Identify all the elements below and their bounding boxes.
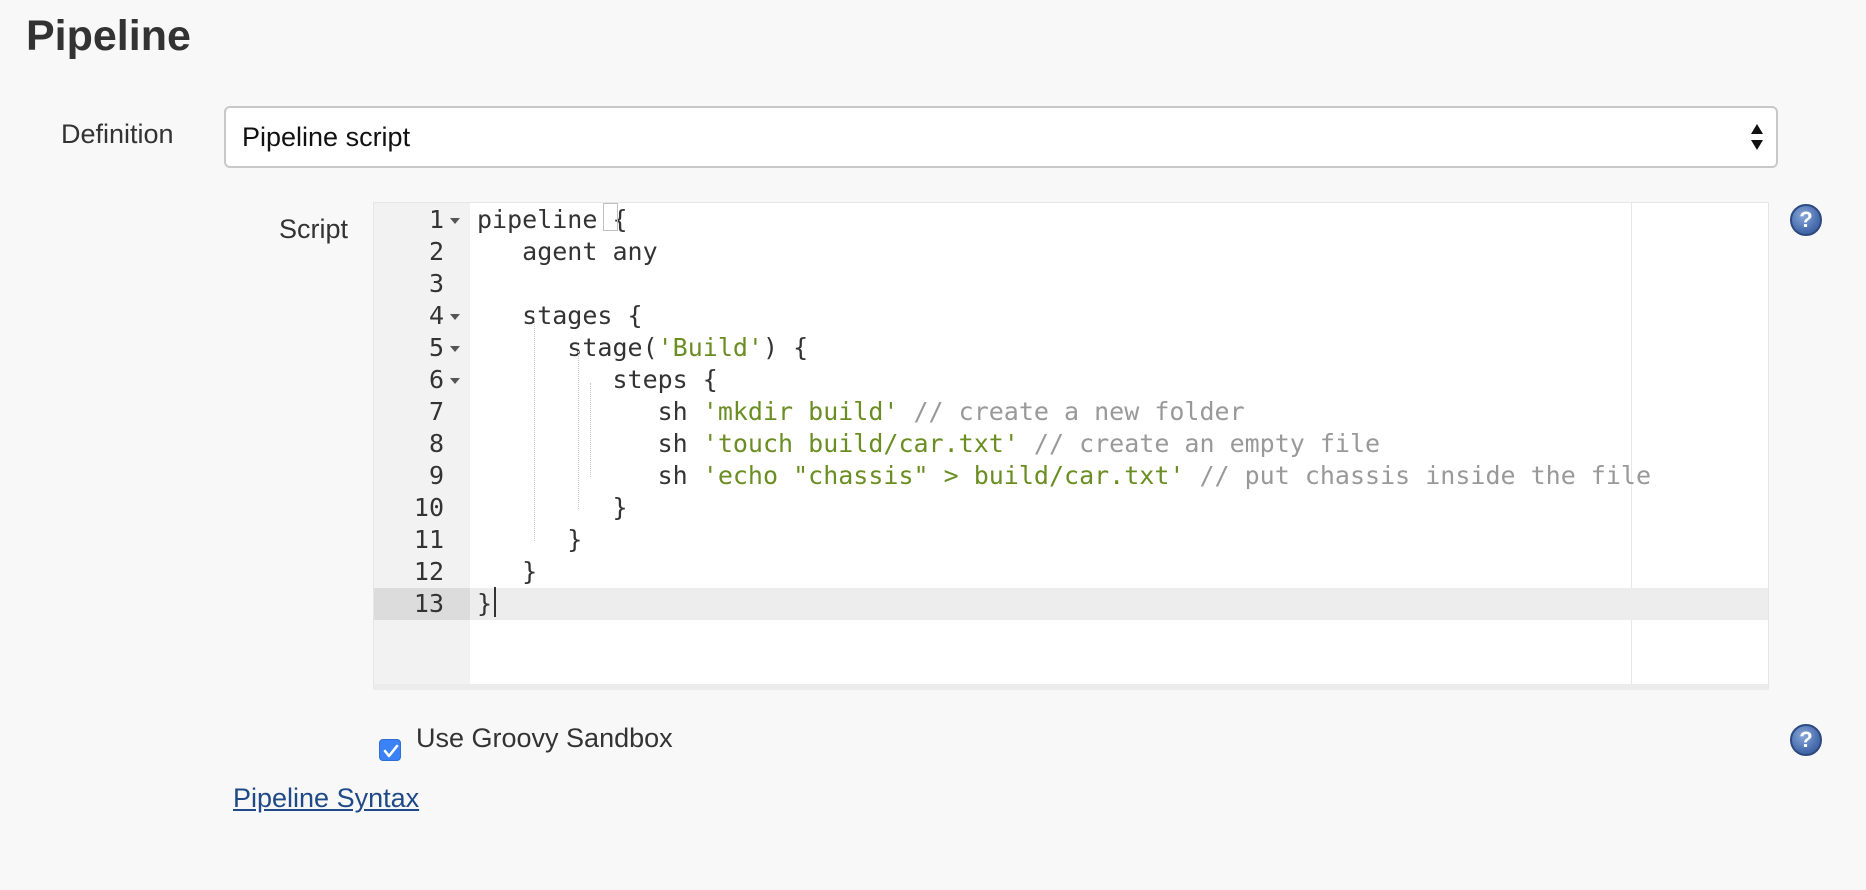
sandbox-label: Use Groovy Sandbox	[416, 723, 673, 753]
code-token: steps {	[477, 365, 718, 394]
code-text: agent any	[477, 236, 658, 268]
code-text: }	[477, 524, 582, 556]
code-string: 'Build'	[657, 333, 763, 362]
code-line[interactable]: 11 }	[374, 524, 1768, 556]
line-number: 5	[428, 333, 444, 362]
code-line[interactable]: 13}	[374, 588, 1768, 620]
code-token: }	[477, 557, 538, 586]
fold-triangle-icon[interactable]	[450, 378, 460, 384]
script-label: Script	[279, 214, 349, 244]
code-line[interactable]: 8 sh 'touch build/car.txt' // create an …	[374, 428, 1768, 460]
code-token: stages {	[477, 301, 643, 330]
bracket-match-highlight	[603, 203, 618, 231]
code-line[interactable]: 4 stages {	[374, 300, 1768, 332]
code-lines: 1 pipeline {2 agent any 3 4 stages {5 stage…	[374, 204, 1768, 620]
section-title: Pipeline	[26, 12, 191, 60]
code-token: }	[477, 589, 493, 618]
code-token: }	[477, 493, 628, 522]
fold-triangle-icon[interactable]	[450, 218, 460, 224]
line-number: 8	[428, 429, 444, 458]
checkmark-icon	[383, 744, 399, 758]
code-text: }	[477, 588, 492, 620]
script-editor[interactable]: 1 pipeline {2 agent any 3 4 stages {5 stage…	[373, 202, 1769, 690]
code-text: }	[477, 492, 628, 524]
code-line[interactable]: 2 agent any	[374, 236, 1768, 268]
line-number: 13	[413, 589, 444, 618]
fold-triangle-icon[interactable]	[450, 346, 460, 352]
line-number: 7	[428, 397, 444, 426]
code-token: ) {	[762, 333, 809, 362]
code-text: sh 'mkdir build' // create a new folder	[477, 396, 1245, 428]
line-number: 10	[413, 493, 444, 522]
help-question-icon[interactable]: ?	[1790, 204, 1822, 236]
code-text: }	[477, 556, 537, 588]
definition-select-value: Pipeline script	[242, 121, 411, 152]
line-number: 1	[428, 205, 444, 234]
code-line[interactable]: 3	[374, 268, 1768, 300]
line-number: 3	[428, 269, 444, 298]
code-text: sh 'touch build/car.txt' // create an em…	[477, 428, 1380, 460]
code-string: 'echo "chassis" > build/car.txt'	[702, 461, 1185, 490]
code-line[interactable]: 1 pipeline {	[374, 204, 1768, 236]
code-text: sh 'echo "chassis" > build/car.txt' // p…	[477, 460, 1651, 492]
code-string: 'touch build/car.txt'	[702, 429, 1019, 458]
code-line[interactable]: 9 sh 'echo "chassis" > build/car.txt' //…	[374, 460, 1768, 492]
code-string: 'mkdir build'	[702, 397, 899, 426]
line-number: 11	[413, 525, 444, 554]
indent-guide	[534, 319, 535, 541]
pipeline-syntax-link[interactable]: Pipeline Syntax	[233, 781, 419, 815]
code-line[interactable]: 12 }	[374, 556, 1768, 588]
code-token: pipeline	[477, 205, 613, 234]
code-token: }	[477, 525, 583, 554]
definition-select[interactable]: Pipeline script	[224, 106, 1778, 168]
code-line[interactable]: 10 }	[374, 492, 1768, 524]
code-line[interactable]: 6 steps {	[374, 364, 1768, 396]
code-line[interactable]: 5 stage('Build') {	[374, 332, 1768, 364]
code-comment: // put chassis inside the file	[1184, 461, 1652, 490]
help-question-icon[interactable]: ?	[1790, 724, 1822, 756]
code-text: steps {	[477, 364, 718, 396]
line-number: 6	[428, 365, 444, 394]
code-token: stage(	[477, 333, 658, 362]
sandbox-checkbox[interactable]	[379, 739, 401, 761]
code-text: stage('Build') {	[477, 332, 808, 364]
code-comment: // create a new folder	[898, 397, 1245, 426]
fold-triangle-icon[interactable]	[450, 314, 460, 320]
indent-guide	[590, 383, 591, 477]
code-token: agent any	[477, 237, 658, 266]
definition-label: Definition	[61, 119, 174, 149]
indent-guide	[578, 351, 579, 509]
text-cursor	[494, 587, 496, 617]
line-number: 12	[413, 557, 444, 586]
code-comment: // create an empty file	[1018, 429, 1381, 458]
up-down-arrows-icon	[1751, 124, 1763, 150]
line-number: 4	[428, 301, 444, 330]
line-number: 9	[428, 461, 444, 490]
code-line[interactable]: 7 sh 'mkdir build' // create a new folde…	[374, 396, 1768, 428]
code-text: stages {	[477, 300, 643, 332]
line-number: 2	[428, 237, 444, 266]
